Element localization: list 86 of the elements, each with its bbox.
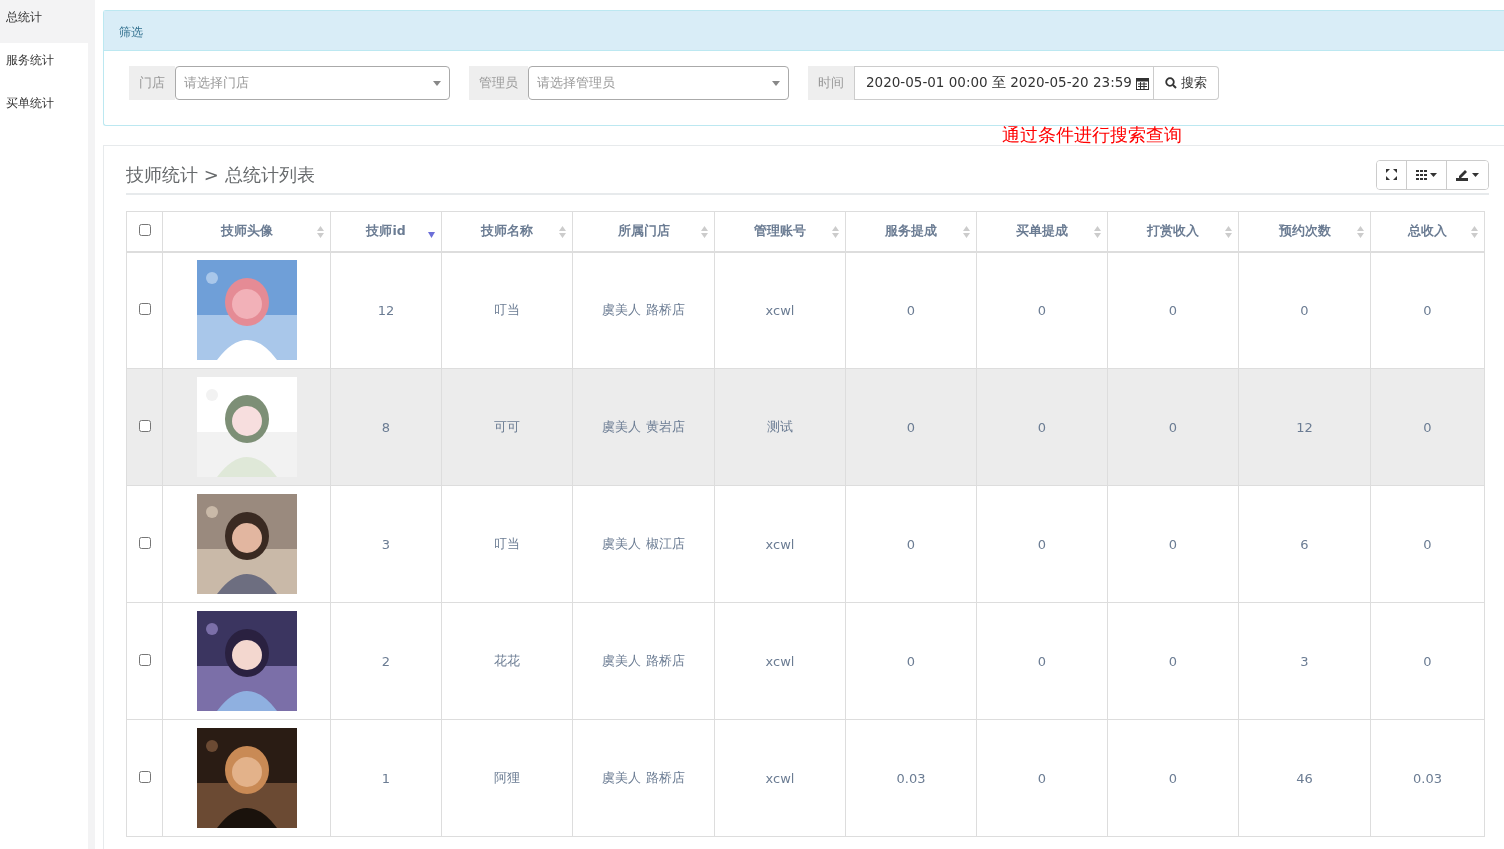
table-cell: 3 <box>381 536 391 552</box>
table-cell: 虞美人 路桥店 <box>602 653 685 668</box>
manager-select[interactable]: 请选择管理员 <box>528 66 789 100</box>
column-header[interactable]: 预约次数 <box>1278 222 1331 240</box>
column-header[interactable]: 技师名称 <box>481 222 533 240</box>
table-cell: 虞美人 路桥店 <box>602 302 685 318</box>
table-cell: 叮当 <box>494 536 520 551</box>
table-cell: xcwl <box>765 770 795 786</box>
table-cell: 0 <box>1168 770 1178 786</box>
table-cell: 叮当 <box>494 302 520 318</box>
table-cell: 0 <box>1300 302 1309 318</box>
table-cell: 虞美人 椒江店 <box>602 536 685 551</box>
table-cell: 0.03 <box>896 770 926 786</box>
row-checkbox[interactable] <box>138 302 151 315</box>
column-header[interactable]: 技师id <box>366 222 406 240</box>
table-row[interactable]: 3 叮当 虞美人 椒江店 xcwl 0 0 0 6 0 <box>126 485 1485 603</box>
store-label: 门店 <box>129 66 175 100</box>
table-row[interactable]: 2 花花 虞美人 路桥店 xcwl 0 0 0 3 0 <box>126 602 1485 720</box>
row-checkbox[interactable] <box>138 536 151 549</box>
table-cell: 12 <box>1296 419 1313 435</box>
table-cell: 0 <box>906 419 916 435</box>
table-cell: 虞美人 路桥店 <box>602 770 685 785</box>
table-cell: xcwl <box>765 302 795 318</box>
table-cell: 12 <box>377 302 395 318</box>
table-cell: 0 <box>1037 653 1047 669</box>
table-cell: 测试 <box>767 419 793 434</box>
table-cell: 0 <box>1423 653 1432 669</box>
table-cell: 0 <box>906 653 916 669</box>
table-cell: 花花 <box>494 653 520 668</box>
table-cell: 0 <box>1168 419 1178 435</box>
table-cell: 虞美人 黄岩店 <box>602 419 685 434</box>
table-cell: 0 <box>1168 653 1178 669</box>
export-button[interactable] <box>1446 160 1488 189</box>
row-checkbox[interactable] <box>138 419 151 432</box>
table-cell: 0 <box>1168 302 1178 318</box>
annotation-text: 通过条件进行搜索查询 <box>1002 123 1183 145</box>
row-checkbox[interactable] <box>138 770 151 783</box>
table-cell: 1 <box>381 770 391 786</box>
column-header[interactable]: 管理账号 <box>754 222 806 240</box>
caret-icon <box>1430 172 1437 177</box>
table-cell: 0 <box>906 536 916 552</box>
table-cell: 0 <box>1423 419 1432 435</box>
column-header[interactable]: 买单提成 <box>1016 222 1068 240</box>
search-button[interactable]: 搜索 <box>1153 66 1219 100</box>
table-cell: 0 <box>1037 419 1047 435</box>
table-row[interactable]: 8 可可 虞美人 黄岩店 测试 0 0 0 12 0 <box>126 368 1485 486</box>
table-cell: 8 <box>381 419 391 435</box>
select-all-checkbox[interactable] <box>138 223 151 236</box>
column-header[interactable]: 打赏收入 <box>1147 222 1199 240</box>
caret-icon <box>433 80 441 86</box>
table-row[interactable]: 1 阿狸 虞美人 路桥店 xcwl 0.03 0 0 46 0.03 <box>126 719 1485 837</box>
caret-icon <box>772 80 780 86</box>
table-cell: 0 <box>906 302 916 318</box>
filter-title: 筛选 <box>104 11 1504 51</box>
table-cell: 可可 <box>494 419 520 434</box>
table-cell: 0.03 <box>1413 770 1442 786</box>
table-cell: 6 <box>1300 536 1309 552</box>
table-cell: 0 <box>1037 302 1047 318</box>
column-header[interactable]: 总收入 <box>1408 222 1447 240</box>
column-header[interactable]: 服务提成 <box>885 222 937 240</box>
table-row[interactable]: 12 叮当 虞美人 路桥店 xcwl 0 0 0 0 0 <box>126 251 1485 369</box>
caret-icon <box>1472 172 1479 177</box>
table-cell: 3 <box>1300 653 1309 669</box>
table-cell: xcwl <box>765 536 795 552</box>
manager-label: 管理员 <box>469 66 528 100</box>
table-cell: 0 <box>1037 536 1047 552</box>
store-select[interactable]: 请选择门店 <box>175 66 450 100</box>
expand-icon <box>1386 169 1397 180</box>
table-cell: xcwl <box>765 653 795 669</box>
date-range-field[interactable]: 2020-05-01 00:00 至 2020-05-20 23:59 <box>854 66 1154 100</box>
row-checkbox[interactable] <box>138 653 151 666</box>
table-cell: 0 <box>1168 536 1178 552</box>
table-cell: 0 <box>1423 302 1432 318</box>
calendar-icon <box>1135 76 1149 90</box>
breadcrumb: 技师统计 > 总统计列表 <box>126 162 315 187</box>
sidebar-item[interactable]: 总统计 <box>0 0 88 43</box>
column-header[interactable]: 所属门店 <box>617 222 670 240</box>
grid-icon <box>1416 169 1427 180</box>
column-header[interactable]: 技师头像 <box>220 222 273 240</box>
table-cell: 46 <box>1296 770 1313 786</box>
table-cell: 0 <box>1423 536 1432 552</box>
search-icon <box>1164 77 1177 89</box>
table-cell: 阿狸 <box>494 770 520 785</box>
table-cell: 2 <box>381 653 391 669</box>
time-label: 时间 <box>808 66 854 100</box>
table-cell: 0 <box>1037 770 1047 786</box>
